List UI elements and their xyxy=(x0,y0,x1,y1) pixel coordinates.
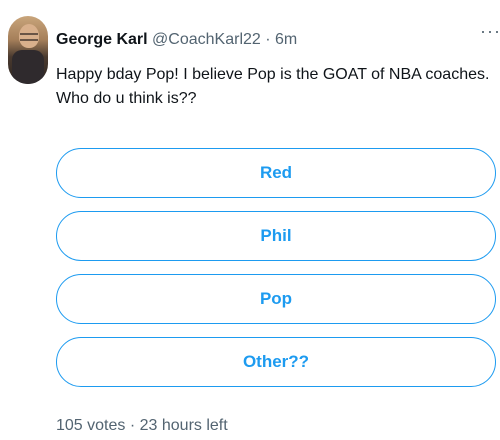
more-horizontal-icon[interactable]: ··· xyxy=(480,22,500,44)
poll-option-red[interactable]: Red xyxy=(56,148,496,198)
poll-option-phil[interactable]: Phil xyxy=(56,211,496,261)
tweet-text: Happy bday Pop! I believe Pop is the GOA… xyxy=(56,66,490,107)
poll-footer-separator: · xyxy=(129,417,136,434)
poll: Red Phil Pop Other?? xyxy=(56,148,496,400)
header-separator: · xyxy=(265,31,271,48)
author-handle[interactable]: @CoachKarl22 xyxy=(152,31,261,48)
avatar-glasses xyxy=(20,33,38,41)
author-name[interactable]: George Karl xyxy=(56,31,148,48)
poll-time-left: 23 hours left xyxy=(139,417,228,434)
tweet: George Karl @CoachKarl22 · 6m ··· Happy … xyxy=(0,0,500,440)
tweet-header: George Karl @CoachKarl22 · 6m xyxy=(56,30,297,50)
avatar[interactable] xyxy=(8,16,48,84)
poll-option-pop[interactable]: Pop xyxy=(56,274,496,324)
poll-votes: 105 votes xyxy=(56,417,126,434)
avatar-body xyxy=(12,50,44,84)
poll-option-other[interactable]: Other?? xyxy=(56,337,496,387)
poll-footer: 105 votes · 23 hours left xyxy=(56,416,228,436)
timestamp[interactable]: 6m xyxy=(275,31,297,48)
